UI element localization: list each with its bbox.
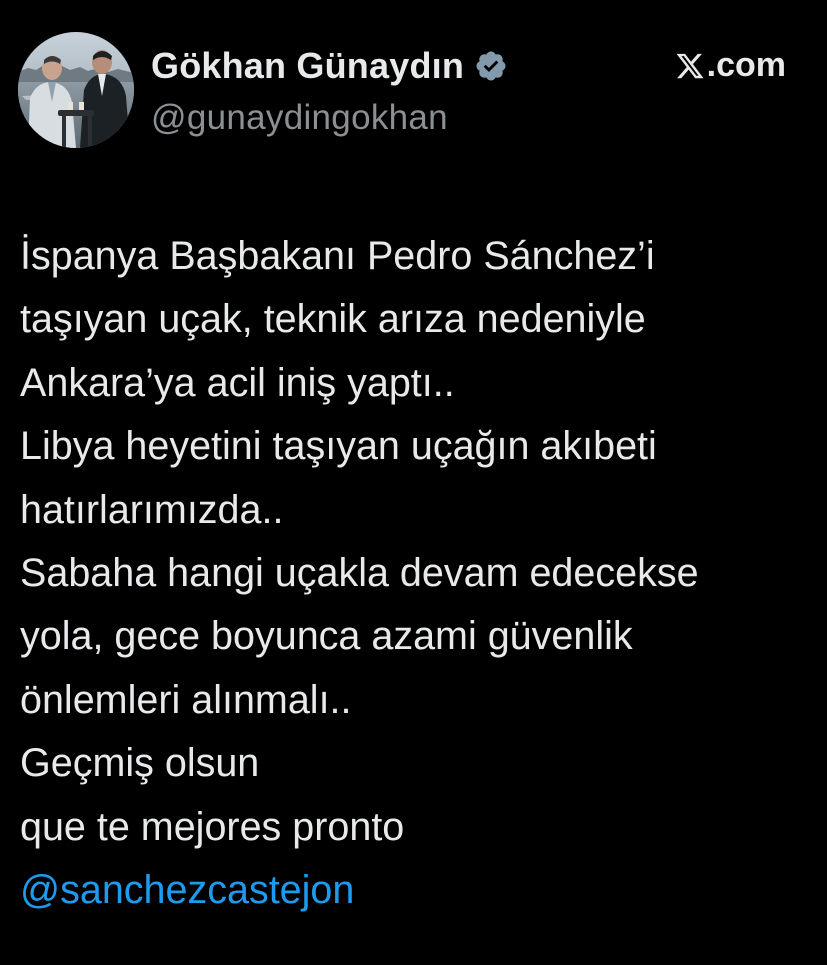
brand-watermark: .com [675,46,786,85]
verified-badge-icon [474,49,508,83]
tweet-line: İspanya Başbakanı Pedro Sánchez’i [20,234,655,278]
avatar[interactable] [18,32,134,148]
mention-link[interactable]: @sanchezcastejon [20,859,820,922]
x-logo-icon [675,51,705,81]
tweet-line: Geçmiş olsun [20,741,260,786]
tweet-line: Ankara’ya acil iniş yaptı.. [20,360,455,405]
tweet-text: İspanya Başbakanı Pedro Sánchez’i taşıya… [20,225,820,922]
tweet-line: önlemleri alınmalı.. [20,677,352,722]
tweet-header: Gökhan Günaydın @gunaydingokhan .com [18,32,808,150]
tweet-line: taşıyan uçak, teknik arıza nedeniyle [20,297,646,342]
user-handle[interactable]: @gunaydingokhan [151,98,508,138]
author-block: Gökhan Günaydın @gunaydingokhan [151,44,508,138]
display-name[interactable]: Gökhan Günaydın [151,45,464,87]
profile-photo [18,32,134,148]
tweet-line: yola, gece boyunca azami güvenlik [20,614,633,659]
tweet-line: Sabaha hangi uçakla devam edecekse [20,551,699,596]
name-row: Gökhan Günaydın [151,44,508,88]
tweet-line: que te mejores pronto [20,804,405,849]
tweet-line: Libya heyetini taşıyan uçağın akıbeti [20,424,657,469]
brand-domain: .com [706,46,786,84]
tweet-line: hatırlarımızda.. [20,487,284,532]
